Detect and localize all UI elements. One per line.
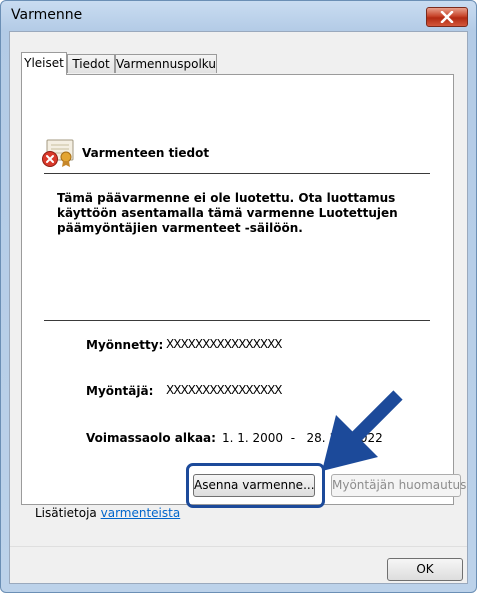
- footer-divider: [10, 546, 467, 547]
- tab-certification-path[interactable]: Varmennuspolku: [115, 54, 217, 73]
- untrusted-root-warning: Tämä päävarmenne ei ole luotettu. Ota lu…: [57, 191, 398, 235]
- pointer-arrow: [322, 390, 403, 471]
- ok-button[interactable]: OK: [387, 558, 463, 581]
- close-button[interactable]: [426, 7, 468, 27]
- issued-by-value: XXXXXXXXXXXXXXXX: [166, 383, 283, 397]
- heading-divider: [44, 173, 430, 174]
- issued-to-value: XXXXXXXXXXXXXXXX: [166, 337, 283, 351]
- more-info-text: Lisätietoja: [35, 506, 97, 520]
- install-certificate-button[interactable]: Asenna varmenne...: [193, 474, 315, 497]
- certificate-info-heading: Varmenteen tiedot: [82, 146, 210, 160]
- certificate-dialog: Varmenne Yleiset Tiedot Varmennuspolku V…: [0, 0, 477, 593]
- title-bar[interactable]: Varmenne: [1, 1, 476, 31]
- dialog-client-area: Yleiset Tiedot Varmennuspolku Varmenteen…: [9, 31, 468, 584]
- tab-general[interactable]: Yleiset: [21, 52, 67, 75]
- untrusted-certificate-icon: [42, 139, 74, 167]
- valid-from-label: Voimassaolo alkaa:: [86, 431, 216, 445]
- close-icon: [440, 11, 454, 23]
- issued-to-label: Myönnetty:: [86, 338, 164, 352]
- issued-by-label: Myöntäjä:: [86, 384, 154, 398]
- more-info-row: Lisätietoja varmenteista: [35, 506, 180, 520]
- tab-details[interactable]: Tiedot: [67, 54, 115, 73]
- window-title: Varmenne: [11, 7, 83, 23]
- details-divider: [44, 320, 430, 321]
- more-info-link[interactable]: varmenteista: [101, 506, 181, 520]
